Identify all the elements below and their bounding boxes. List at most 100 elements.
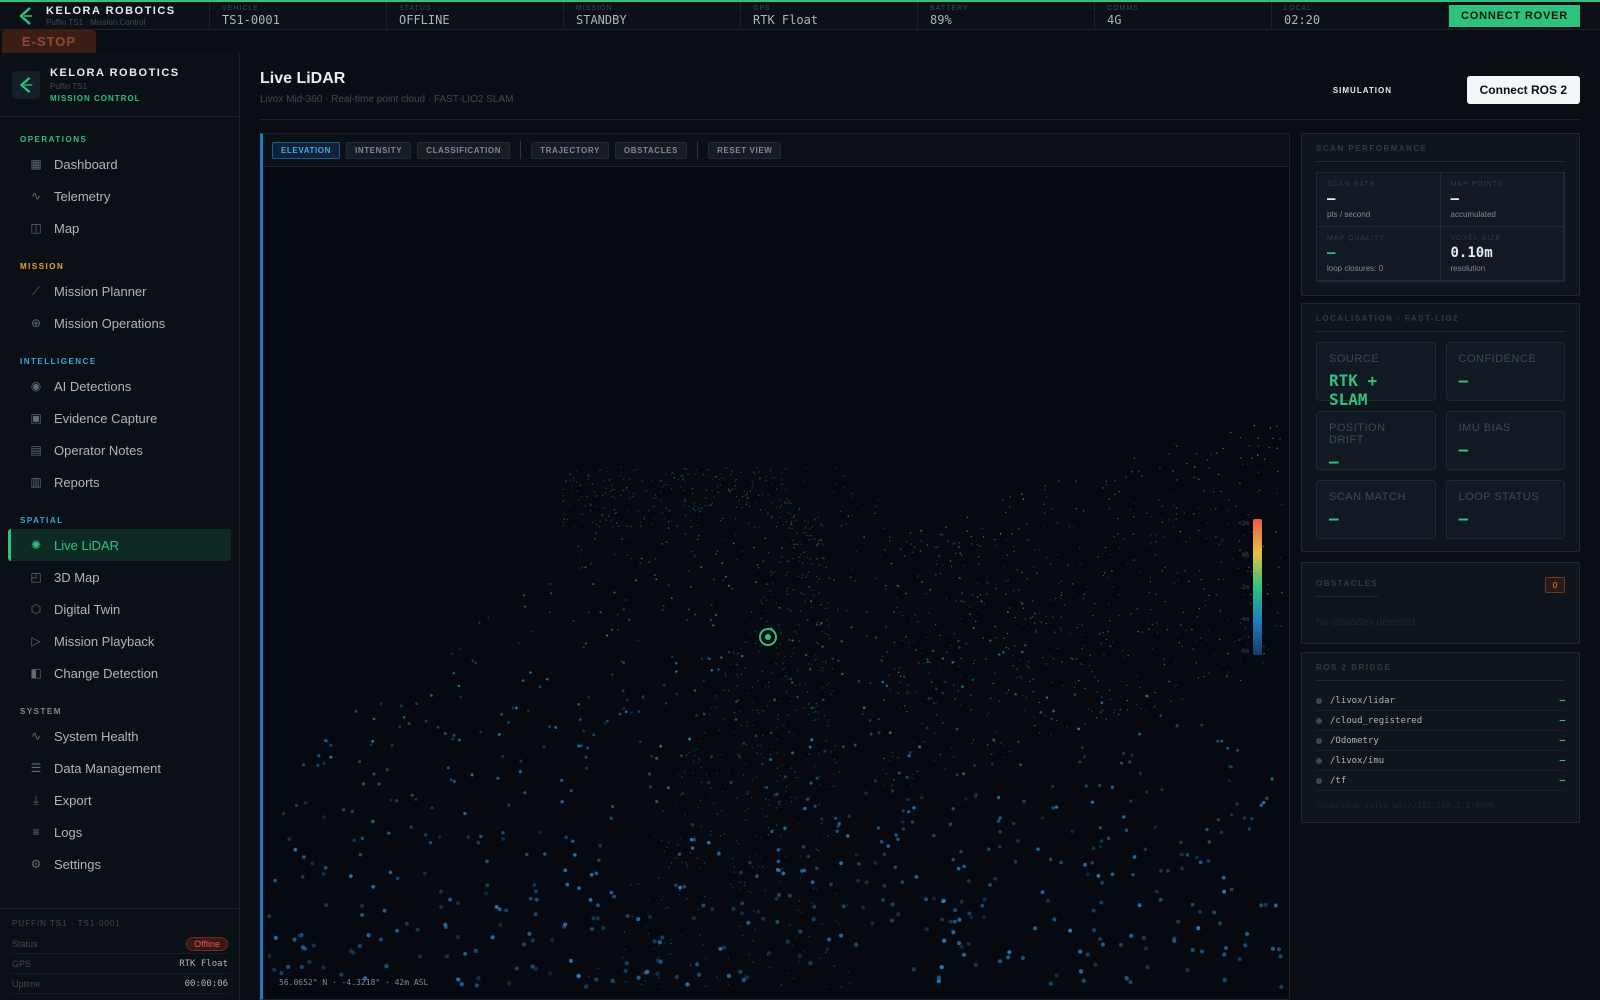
sidebar-item-map[interactable]: ◫ Map <box>8 212 231 244</box>
sidebar-item-export[interactable]: ⤓ Export <box>8 784 231 816</box>
lidar-point <box>810 706 814 710</box>
lidar-point <box>828 682 830 684</box>
lidar-point <box>665 907 667 909</box>
lidar-point <box>792 944 794 947</box>
lidar-point <box>756 909 761 914</box>
lidar-point <box>680 474 682 476</box>
lidar-point <box>919 703 921 705</box>
lidar-point <box>1182 611 1185 614</box>
sidebar-item-change-detection[interactable]: ◧ Change Detection <box>8 657 231 689</box>
sidebar-item-logs[interactable]: ≡ Logs <box>8 816 231 848</box>
lidar-point <box>676 525 678 527</box>
lidar-point <box>918 745 922 749</box>
lidar-point <box>611 478 613 480</box>
lidar-point <box>832 579 835 582</box>
sidebar-item-telemetry[interactable]: ∿ Telemetry <box>8 180 231 212</box>
lidar-point <box>761 916 766 921</box>
sidebar-item-evidence-capture[interactable]: ▣ Evidence Capture <box>8 402 231 434</box>
reset-view-button[interactable]: RESET VIEW <box>708 141 782 159</box>
sidebar-item-mission-operations[interactable]: ⊕ Mission Operations <box>8 307 231 339</box>
lidar-point <box>653 517 655 519</box>
lidar-point <box>1107 576 1109 579</box>
lidar-point <box>366 933 371 938</box>
sidebar-item-3d-map[interactable]: ◰ 3D Map <box>8 561 231 593</box>
layer-obstacles-button[interactable]: OBSTACLES <box>614 141 688 159</box>
sidebar-item-operator-notes[interactable]: ▤ Operator Notes <box>8 434 231 466</box>
lidar-point <box>1042 656 1044 659</box>
sidebar-item-data-management[interactable]: ☰ Data Management <box>8 752 231 784</box>
estop-button[interactable]: E-STOP <box>2 29 96 53</box>
sidebar-item-dashboard[interactable]: ▦ Dashboard <box>8 148 231 180</box>
lidar-point <box>1229 887 1234 892</box>
sidebar-item-live-lidar[interactable]: ✺ Live LiDAR <box>8 529 231 561</box>
lidar-point <box>798 929 803 934</box>
lidar-point <box>1084 784 1088 788</box>
sidebar-item-mission-playback[interactable]: ▷ Mission Playback <box>8 625 231 657</box>
lidar-point <box>925 592 928 595</box>
layer-trajectory-button[interactable]: TRAJECTORY <box>531 141 609 159</box>
lidar-point <box>619 524 621 526</box>
lidar-point <box>718 478 720 481</box>
lidar-point <box>635 579 637 582</box>
lidar-point <box>1266 593 1269 595</box>
lidar-point <box>760 753 763 755</box>
mode-intensity-button[interactable]: INTENSITY <box>346 141 412 159</box>
connect-rover-button[interactable]: CONNECT ROVER <box>1449 5 1580 27</box>
sidebar-item-label: Map <box>54 220 80 236</box>
lidar-point <box>959 899 964 904</box>
lidar-point <box>734 533 737 536</box>
lidar-point <box>868 719 872 722</box>
lidar-point <box>910 543 912 545</box>
sidebar-item-ai-detections[interactable]: ◉ AI Detections <box>8 370 231 402</box>
lidar-point <box>722 689 725 691</box>
lidar-point <box>808 539 810 541</box>
lidar-point <box>1207 840 1212 844</box>
lidar-point <box>841 904 846 909</box>
lidar-point <box>1122 815 1126 819</box>
mode-elevation-button[interactable]: ELEVATION <box>272 141 340 159</box>
lidar-point <box>578 499 580 501</box>
lidar-point <box>814 538 816 540</box>
lidar-point <box>674 856 676 859</box>
lidar-point <box>1223 578 1225 580</box>
lidar-point <box>806 574 808 576</box>
lidar-point <box>876 826 881 830</box>
lidar-point <box>793 543 796 546</box>
lidar-point <box>746 725 748 727</box>
lidar-point <box>875 636 878 639</box>
lidar-point <box>809 558 811 560</box>
sidebar-item-settings[interactable]: ⚙ Settings <box>8 848 231 880</box>
lidar-viewport[interactable]: ELEVATION INTENSITY CLASSIFICATION TRAJE… <box>260 133 1290 1000</box>
point-cloud-canvas[interactable]: +2m0m-2m-4m-6m <box>263 167 1290 999</box>
lidar-point <box>1264 458 1266 460</box>
mode-classification-button[interactable]: CLASSIFICATION <box>417 141 511 159</box>
lidar-point <box>1222 977 1227 983</box>
sidebar-item-reports[interactable]: ▥ Reports <box>8 466 231 498</box>
lidar-point <box>657 940 662 945</box>
lidar-point <box>1063 604 1066 606</box>
lidar-point <box>926 544 928 546</box>
lidar-point <box>740 647 742 649</box>
lidar-point <box>864 791 868 795</box>
lidar-point <box>776 824 778 826</box>
lidar-point <box>793 647 795 649</box>
lidar-point <box>1057 582 1060 584</box>
lidar-point <box>797 776 799 779</box>
lidar-point <box>703 862 706 864</box>
lidar-point <box>722 517 724 519</box>
lidar-point <box>639 740 642 744</box>
sidebar-item-mission-planner[interactable]: ⟋ Mission Planner <box>8 275 231 307</box>
lidar-point <box>1217 473 1220 476</box>
lidar-point <box>767 834 770 836</box>
loc-value: — <box>1458 509 1469 528</box>
lidar-point <box>808 668 812 671</box>
lidar-point <box>518 770 522 774</box>
lidar-point <box>682 478 684 480</box>
connect-ros2-button[interactable]: Connect ROS 2 <box>1466 76 1580 104</box>
lidar-point <box>377 782 381 786</box>
lidar-point <box>727 488 729 490</box>
lidar-point <box>790 502 793 504</box>
lidar-point <box>826 602 829 604</box>
sidebar-item-system-health[interactable]: ∿ System Health <box>8 720 231 752</box>
sidebar-item-digital-twin[interactable]: ⬡ Digital Twin <box>8 593 231 625</box>
